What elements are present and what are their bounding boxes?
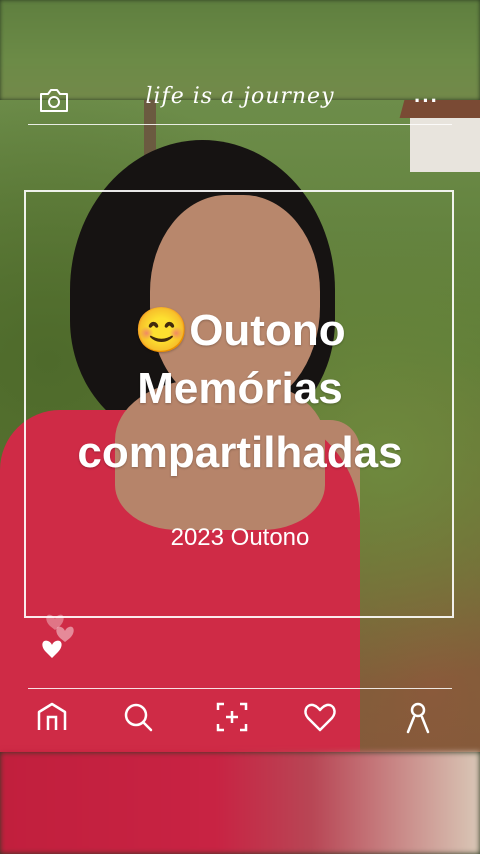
search-icon[interactable] bbox=[120, 700, 156, 734]
heart-icon[interactable] bbox=[302, 700, 338, 734]
home-icon[interactable] bbox=[34, 700, 70, 734]
more-options-icon[interactable]: ··· bbox=[414, 88, 439, 114]
top-divider bbox=[28, 124, 452, 125]
add-photo-icon[interactable] bbox=[214, 700, 250, 734]
smile-emoji-icon: 😊 bbox=[134, 306, 190, 355]
title-line-1: 😊Outono bbox=[0, 304, 480, 358]
title-line-3: compartilhadas bbox=[77, 428, 403, 477]
overlay-ui: life is a journey ··· 😊Outono Memórias c… bbox=[0, 0, 480, 854]
title-line-2: Memórias bbox=[137, 364, 343, 413]
title-outono: Outono bbox=[189, 306, 346, 355]
story-screen: life is a journey ··· 😊Outono Memórias c… bbox=[0, 0, 480, 854]
bottom-divider bbox=[28, 688, 452, 689]
floating-hearts-icon bbox=[40, 608, 80, 668]
profile-icon[interactable] bbox=[400, 700, 436, 734]
caption-text: life is a journey bbox=[145, 84, 335, 109]
year-label: 2023 Outono bbox=[170, 524, 310, 551]
